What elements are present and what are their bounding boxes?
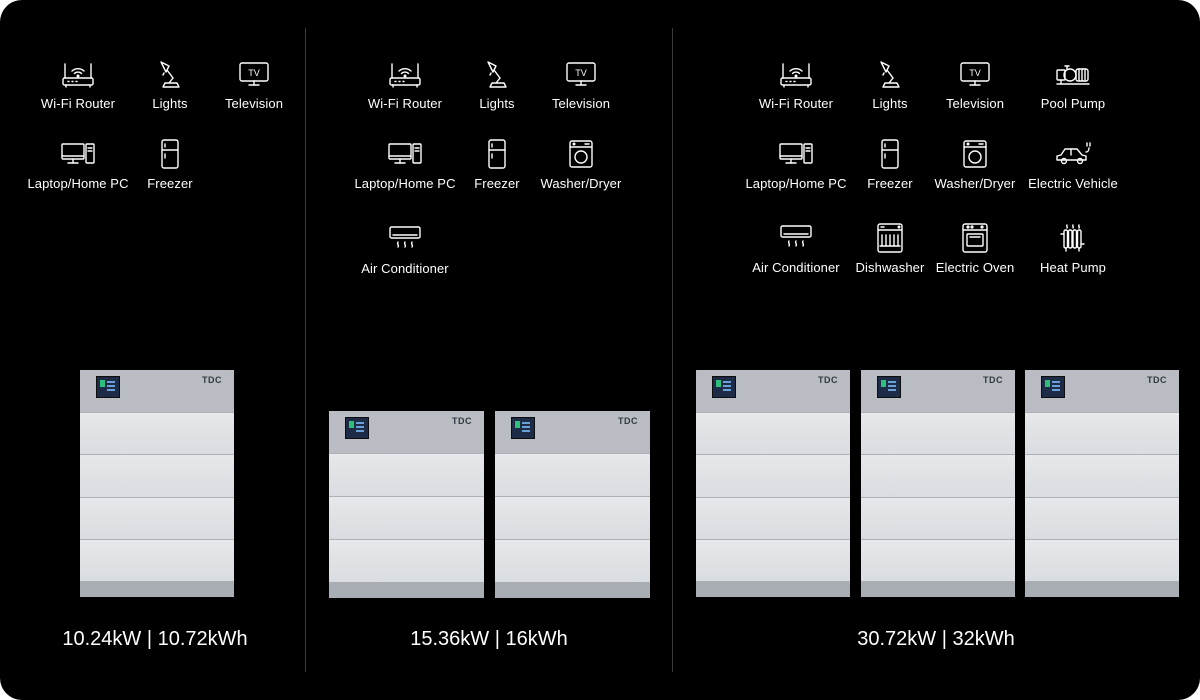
battery-base bbox=[861, 581, 1015, 597]
computer-icon bbox=[776, 138, 816, 170]
battery-module bbox=[1025, 538, 1179, 582]
battery-base bbox=[329, 582, 484, 598]
battery-unit: TDC bbox=[696, 370, 850, 597]
computer-icon bbox=[385, 138, 425, 170]
battery-header: TDC bbox=[80, 370, 234, 412]
appliance-television: TV Television bbox=[920, 58, 1030, 111]
appliance-washer-dryer: Washer/Dryer bbox=[920, 138, 1030, 191]
pump-icon bbox=[1053, 58, 1093, 90]
appliance-television: TV Television bbox=[199, 58, 309, 111]
svg-text:TV: TV bbox=[969, 68, 981, 78]
svg-text:TV: TV bbox=[575, 68, 587, 78]
appliance-air-conditioner: Air Conditioner bbox=[350, 223, 460, 276]
battery-module bbox=[1025, 454, 1179, 498]
appliance-washer-dryer: Washer/Dryer bbox=[526, 138, 636, 191]
appliance-pool-pump: Pool Pump bbox=[1018, 58, 1128, 111]
battery-header: TDC bbox=[495, 411, 650, 453]
brand-logo: TDC bbox=[618, 416, 638, 426]
tv-icon: TV bbox=[234, 58, 274, 90]
section-divider bbox=[305, 28, 306, 672]
battery-module bbox=[696, 496, 850, 540]
battery-display-screen bbox=[1041, 376, 1065, 398]
battery-header: TDC bbox=[861, 370, 1015, 412]
battery-module bbox=[80, 412, 234, 456]
battery-unit: TDC bbox=[861, 370, 1015, 597]
battery-base bbox=[80, 581, 234, 597]
battery-unit: TDC bbox=[329, 411, 484, 598]
battery-header: TDC bbox=[329, 411, 484, 453]
oven-icon bbox=[955, 222, 995, 254]
battery-base bbox=[696, 581, 850, 597]
appliance-freezer: Freezer bbox=[115, 138, 225, 191]
battery-display-screen bbox=[345, 417, 369, 439]
battery-module bbox=[329, 453, 484, 497]
washer-icon bbox=[955, 138, 995, 170]
brand-logo: TDC bbox=[983, 375, 1003, 385]
appliance-electric-vehicle: Electric Vehicle bbox=[1018, 138, 1128, 191]
fridge-icon bbox=[870, 138, 910, 170]
router-icon bbox=[385, 58, 425, 90]
battery-module bbox=[861, 496, 1015, 540]
section-divider bbox=[672, 28, 673, 672]
battery-module bbox=[495, 496, 650, 540]
radiator-icon bbox=[1053, 222, 1093, 254]
capacity-label: 10.24kW | 10.72kWh bbox=[62, 628, 248, 650]
lamp-icon bbox=[477, 58, 517, 90]
battery-display-screen bbox=[96, 376, 120, 398]
battery-module bbox=[696, 538, 850, 582]
battery-unit: TDC bbox=[495, 411, 650, 598]
battery-base bbox=[495, 582, 650, 598]
router-icon bbox=[776, 58, 816, 90]
router-icon bbox=[58, 58, 98, 90]
battery-display-screen bbox=[511, 417, 535, 439]
appliance-electric-oven: Electric Oven bbox=[920, 222, 1030, 275]
battery-module bbox=[861, 412, 1015, 456]
tv-icon: TV bbox=[955, 58, 995, 90]
battery-module bbox=[80, 454, 234, 498]
air-conditioner-icon bbox=[385, 223, 425, 255]
battery-module bbox=[329, 539, 484, 583]
fridge-icon bbox=[150, 138, 190, 170]
lamp-icon bbox=[870, 58, 910, 90]
car-icon bbox=[1053, 138, 1093, 170]
fridge-icon bbox=[477, 138, 517, 170]
appliance-television: TV Television bbox=[526, 58, 636, 111]
air-conditioner-icon bbox=[776, 222, 816, 254]
svg-text:TV: TV bbox=[248, 68, 260, 78]
battery-module bbox=[1025, 496, 1179, 540]
battery-module bbox=[696, 454, 850, 498]
capacity-label: 30.72kW | 32kWh bbox=[857, 628, 1015, 650]
battery-header: TDC bbox=[1025, 370, 1179, 412]
battery-display-screen bbox=[877, 376, 901, 398]
battery-module bbox=[80, 538, 234, 582]
appliance-heat-pump: Heat Pump bbox=[1018, 222, 1128, 275]
battery-display-screen bbox=[712, 376, 736, 398]
battery-module bbox=[495, 539, 650, 583]
battery-module bbox=[80, 496, 234, 540]
battery-module bbox=[1025, 412, 1179, 456]
battery-unit: TDC bbox=[1025, 370, 1179, 597]
brand-logo: TDC bbox=[1147, 375, 1167, 385]
dishwasher-icon bbox=[870, 222, 910, 254]
battery-header: TDC bbox=[696, 370, 850, 412]
battery-module bbox=[696, 412, 850, 456]
washer-icon bbox=[561, 138, 601, 170]
brand-logo: TDC bbox=[202, 375, 222, 385]
battery-module bbox=[861, 538, 1015, 582]
battery-module bbox=[861, 454, 1015, 498]
brand-logo: TDC bbox=[452, 416, 472, 426]
battery-base bbox=[1025, 581, 1179, 597]
battery-unit: TDC bbox=[80, 370, 234, 597]
battery-module bbox=[329, 496, 484, 540]
battery-module bbox=[495, 453, 650, 497]
capacity-label: 15.36kW | 16kWh bbox=[410, 628, 568, 650]
computer-icon bbox=[58, 138, 98, 170]
lamp-icon bbox=[150, 58, 190, 90]
comparison-panel: Wi-Fi Router Lights TV Television Laptop/… bbox=[0, 0, 1200, 700]
tv-icon: TV bbox=[561, 58, 601, 90]
brand-logo: TDC bbox=[818, 375, 838, 385]
